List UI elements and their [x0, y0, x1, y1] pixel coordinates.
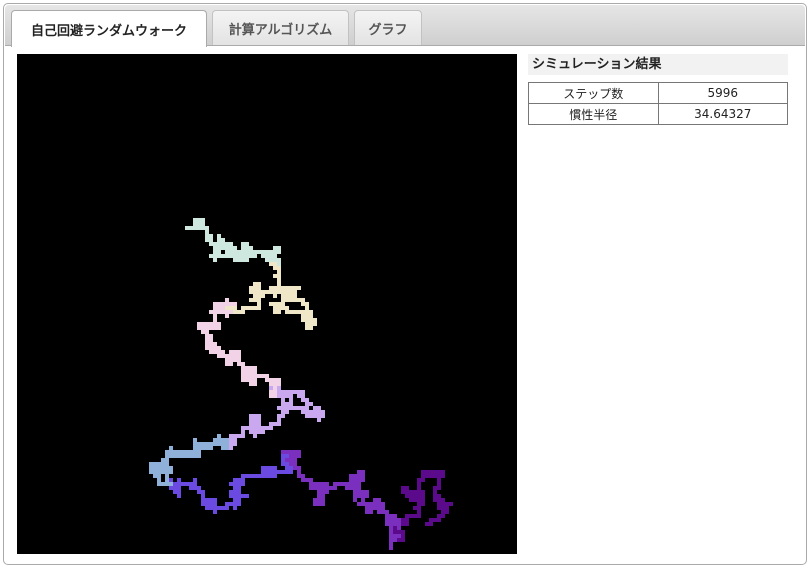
results-title: シミュレーション結果	[528, 54, 788, 75]
tab-content: シミュレーション結果 ステップ数 5996 慣性半径 34.64327	[16, 54, 796, 554]
results-panel: シミュレーション結果 ステップ数 5996 慣性半径 34.64327	[528, 54, 788, 125]
tab-algorithm[interactable]: 計算アルゴリズム	[212, 10, 349, 45]
results-table: ステップ数 5996 慣性半径 34.64327	[528, 82, 788, 125]
steps-value: 5996	[657, 82, 788, 104]
tab-bar: 自己回避ランダムウォーク 計算アルゴリズム グラフ	[5, 5, 805, 47]
table-row: ステップ数 5996	[528, 82, 788, 104]
table-row: 慣性半径 34.64327	[528, 103, 788, 125]
steps-label: ステップ数	[528, 82, 659, 104]
radius-value: 34.64327	[657, 103, 788, 125]
walk-canvas	[17, 54, 517, 554]
walk-path	[149, 218, 453, 550]
radius-label: 慣性半径	[528, 103, 659, 125]
walk-segments	[149, 218, 453, 550]
tab-graph[interactable]: グラフ	[354, 10, 422, 45]
tab-panel: 自己回避ランダムウォーク 計算アルゴリズム グラフ シミュレーション結果 ステッ…	[3, 3, 807, 565]
tab-self-avoiding-walk[interactable]: 自己回避ランダムウォーク	[11, 10, 207, 47]
